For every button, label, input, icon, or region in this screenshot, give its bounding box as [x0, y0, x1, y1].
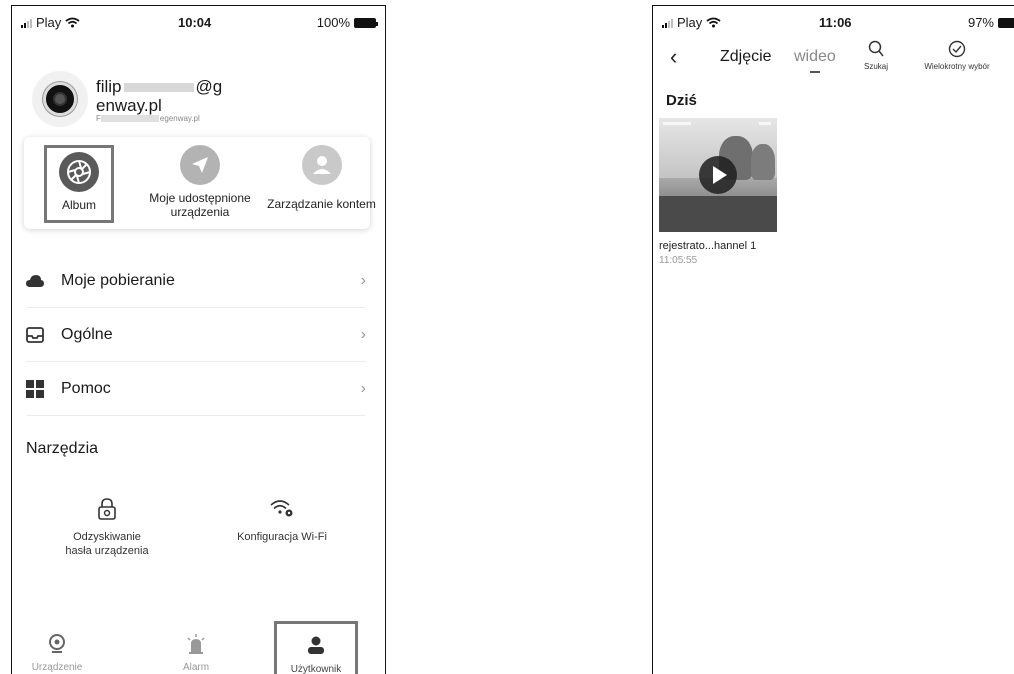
phone-screen-album: Play 11:06 97% ‹ Zdjęcie wideo Szukaj Wi… [652, 5, 1014, 674]
carrier-indicator: Play [21, 15, 80, 30]
menu-label: Moje pobieranie [61, 271, 175, 289]
tab-photo[interactable]: Zdjęcie [720, 48, 772, 66]
tool-label-line1: Konfiguracja Wi-Fi [237, 531, 327, 543]
signal-icon [21, 18, 32, 28]
album-label: Album [61, 198, 96, 212]
wifi-configuration-tool[interactable]: Konfiguracja Wi-Fi [222, 498, 342, 544]
tab-label: Użytkownik [290, 664, 342, 674]
camera-icon [17, 634, 97, 654]
tool-label-line1: Odzyskiwanie [73, 531, 141, 543]
video-title: rejestrato...hannel 1 [659, 240, 757, 252]
account-management-label: Zarządzanie kontem [267, 197, 376, 211]
chevron-right-icon: › [360, 271, 366, 289]
status-time: 10:04 [178, 15, 212, 30]
redaction-bar [100, 115, 159, 123]
email-suffix: egenway.pl [159, 114, 200, 123]
status-bar: Play 11:06 97% [653, 6, 1014, 40]
menu-item-downloads[interactable]: Moje pobieranie › [26, 254, 366, 308]
carrier-indicator: Play [662, 15, 721, 30]
battery-icon [998, 17, 1014, 28]
tab-video[interactable]: wideo [794, 48, 836, 66]
shared-devices-button[interactable]: Moje udostępnione urządzenia [142, 145, 258, 219]
section-today: Dziś [666, 92, 697, 109]
shared-devices-label: Moje udostępnione urządzenia [149, 191, 251, 219]
person-icon [301, 145, 342, 185]
search-icon [856, 40, 896, 60]
wifi-icon [706, 17, 721, 28]
active-tab-indicator [810, 71, 820, 73]
play-icon[interactable] [699, 156, 737, 194]
thumbnail-image [751, 144, 775, 180]
album-button[interactable]: Album [44, 145, 114, 223]
menu-item-help[interactable]: Pomoc › [26, 362, 366, 416]
tab-label: Alarm [182, 662, 210, 673]
tool-label-line2: hasła urządzenia [65, 545, 149, 557]
password-recovery-tool[interactable]: Odzyskiwanie hasła urządzenia [52, 498, 162, 558]
camera-lens-icon [43, 82, 77, 116]
account-management-button[interactable]: Zarządzanie kontem [259, 145, 384, 211]
multi-select-button[interactable]: Wielokrotny wybór [903, 40, 1011, 71]
video-time: 11:05:55 [659, 255, 698, 266]
signal-icon [662, 18, 673, 28]
carrier-name: Play [36, 15, 62, 30]
lock-icon [52, 498, 162, 520]
share-arrow-icon [180, 145, 220, 185]
battery-icon [354, 17, 378, 28]
battery-percent: 100% [316, 15, 350, 30]
avatar[interactable] [32, 71, 88, 127]
carrier-name: Play [677, 15, 703, 30]
thumbnail-overlay [759, 122, 771, 125]
user-icon [277, 636, 355, 656]
battery-indicator: 100% [316, 15, 378, 30]
tab-device[interactable]: Urządzenie [17, 634, 97, 673]
quick-actions-card: Album Moje udostępnione urządzenia Zarzą… [24, 137, 376, 229]
menu-item-general[interactable]: Ogólne › [26, 308, 366, 362]
cloud-icon [26, 272, 44, 290]
status-time: 11:06 [819, 15, 852, 30]
wifi-icon [65, 17, 80, 28]
thumbnail-overlay [663, 122, 691, 125]
battery-percent: 97% [967, 15, 994, 30]
tab-user[interactable]: Użytkownik [274, 621, 358, 674]
back-chevron-icon[interactable]: ‹ [670, 44, 677, 70]
inbox-icon [26, 326, 44, 344]
tab-label: Urządzenie [31, 662, 83, 673]
status-bar: Play 10:04 100% [12, 6, 385, 40]
multi-select-label: Wielokrotny wybór [924, 62, 990, 71]
search-button[interactable]: Szukaj [856, 40, 896, 71]
search-label: Szukaj [863, 62, 888, 71]
check-circle-icon [903, 40, 1011, 60]
alarm-icon [156, 634, 236, 654]
album-nav-bar: ‹ Zdjęcie wideo Szukaj Wielokrotny wybór [653, 38, 1014, 78]
redaction-bar [123, 83, 194, 93]
menu-label: Ogólne [61, 325, 113, 343]
thumbnail-image [659, 196, 777, 232]
menu-label: Pomoc [61, 379, 111, 397]
battery-indicator: 97% [968, 15, 1014, 30]
profile-name-start: filip [96, 77, 122, 96]
profile-name-end: enway.pl [96, 96, 162, 115]
tab-alarm[interactable]: Alarm [156, 634, 236, 673]
chevron-right-icon: › [360, 379, 366, 397]
wifi-gear-icon [222, 498, 342, 520]
phone-screen-account: Play 10:04 100% filip @g enway.pl Fegenwa… [11, 5, 386, 674]
grid-icon [26, 379, 44, 398]
profile-email: Fegenway.pl [96, 114, 200, 123]
profile-name-mid: @g [195, 77, 223, 96]
profile-name: filip @g enway.pl [96, 77, 236, 115]
chevron-right-icon: › [360, 325, 366, 343]
video-thumbnail[interactable] [659, 118, 777, 232]
tools-section-title: Narzędzia [26, 440, 99, 457]
camera-aperture-icon [59, 152, 99, 192]
